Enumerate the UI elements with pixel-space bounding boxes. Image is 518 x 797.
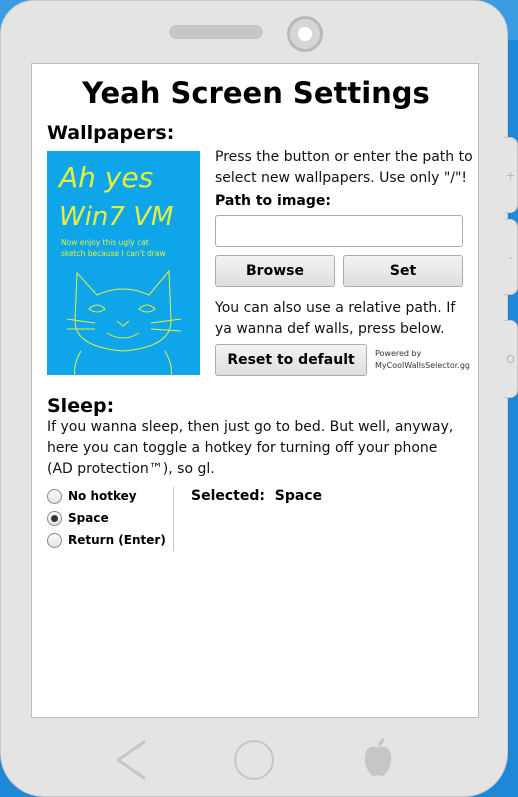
radio-label: Space [68, 511, 109, 525]
speaker-grill [169, 25, 263, 39]
wallpaper-text-line1: Ah yes [57, 161, 153, 194]
sleep-heading: Sleep: [47, 395, 115, 417]
wallpapers-heading: Wallpapers: [47, 122, 175, 144]
wallpaper-preview: Ah yes Win7 VM Now enjoy this ugly cat s… [47, 151, 200, 375]
radio-indicator[interactable] [47, 488, 62, 504]
wallpaper-caption2: sketch because I can't draw [61, 249, 166, 258]
powered-line2: MyCoolWallsSelector.gg [375, 361, 470, 370]
radio-indicator-selected[interactable] [47, 510, 62, 526]
divider [173, 487, 174, 551]
home-icon[interactable] [234, 740, 274, 780]
powered-line1: Powered by [375, 349, 422, 358]
relative-path-note: You can also use a relative path. If ya … [215, 300, 456, 337]
wallpaper-caption1: Now enjoy this ugly cat [61, 238, 149, 247]
browse-button[interactable]: Browse [215, 255, 335, 287]
radio-space[interactable]: Space [47, 509, 109, 527]
radio-indicator[interactable] [47, 532, 62, 548]
selected-hotkey-readout: Selected: Space [191, 488, 322, 504]
radio-label: No hotkey [68, 489, 137, 503]
cat-sketch-icon [66, 269, 182, 375]
radio-return-enter[interactable]: Return (Enter) [47, 531, 166, 549]
volume-up-button[interactable]: + [504, 137, 518, 213]
back-icon[interactable] [112, 738, 148, 782]
volume-down-button[interactable]: - [504, 219, 518, 295]
camera-icon [287, 16, 323, 52]
selected-label: Selected: [191, 488, 265, 504]
reset-default-button[interactable]: Reset to default [215, 344, 367, 376]
apple-logo-icon[interactable] [362, 736, 394, 780]
powered-by-note: Powered by MyCoolWallsSelector.gg [375, 348, 470, 372]
wallpaper-text-line2: Win7 VM [59, 202, 173, 232]
path-input[interactable] [215, 215, 463, 247]
sleep-description: If you wanna sleep, then just go to bed.… [47, 419, 454, 477]
selected-value: Space [274, 488, 323, 504]
settings-screen: Yeah Screen Settings Wallpapers: Ah yes … [31, 63, 479, 718]
wallpaper-description: Press the button or enter the path to se… [215, 149, 473, 186]
page-title: Yeah Screen Settings [82, 76, 430, 110]
path-label: Path to image: [215, 193, 331, 209]
set-button[interactable]: Set [343, 255, 463, 287]
power-button[interactable]: O [504, 320, 518, 398]
radio-no-hotkey[interactable]: No hotkey [47, 487, 137, 505]
radio-label: Return (Enter) [68, 533, 166, 547]
